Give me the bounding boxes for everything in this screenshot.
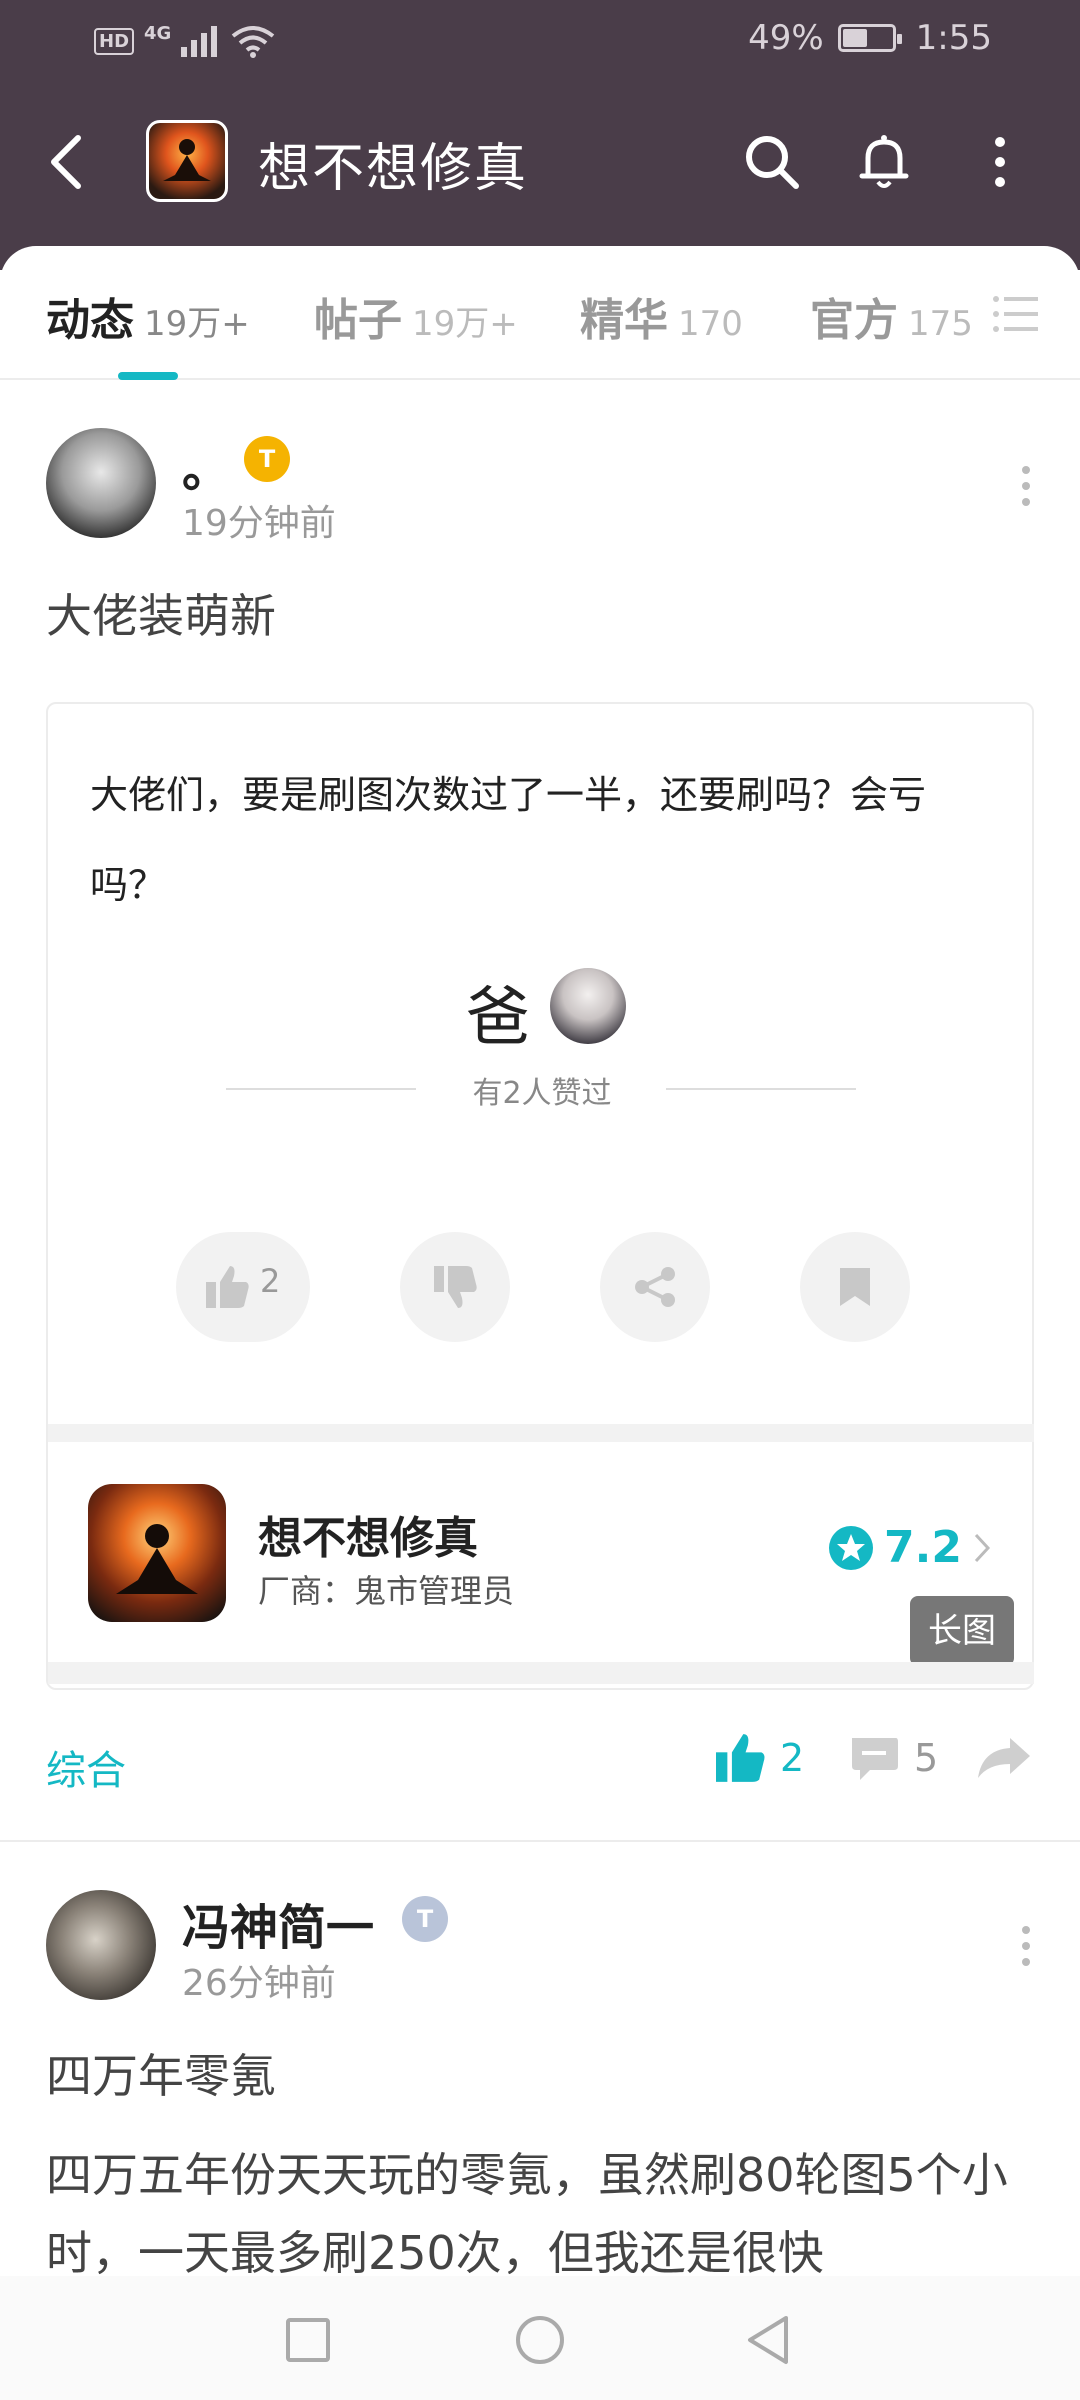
post-like-stat[interactable]: 2 [716, 1734, 804, 1782]
dislike-button[interactable] [400, 1232, 510, 1342]
list-menu-icon[interactable] [992, 294, 1038, 334]
active-tab-indicator [118, 372, 178, 380]
post-title[interactable]: 大佬装萌新 [46, 580, 276, 646]
forward-share-icon[interactable] [976, 1736, 1032, 1780]
tab-featured[interactable]: 精华 170 [580, 284, 743, 348]
tab-label: 动态 [46, 295, 134, 346]
divider [48, 1424, 1034, 1442]
bell-icon[interactable] [852, 130, 916, 194]
bookmark-icon [840, 1268, 870, 1306]
liker-avatar[interactable] [550, 968, 626, 1044]
post-username[interactable]: 冯神简一 [182, 1888, 374, 1958]
post-content[interactable]: 四万五年份天天玩的零氪，虽然刷80轮图5个小时，一天最多刷250次，但我还是很快 [46, 2136, 1036, 2292]
tab-bar: 动态 19万+ 帖子 19万+ 精华 170 官方 175 [0, 246, 1080, 380]
tab-count: 19万+ [412, 304, 518, 344]
recent-apps-icon[interactable] [284, 2316, 332, 2364]
comment-count: 5 [914, 1736, 939, 1780]
thumbs-up-icon [206, 1266, 249, 1308]
game-icon[interactable] [88, 1484, 226, 1622]
tab-label: 帖子 [314, 295, 402, 346]
rating-score: 7.2 [884, 1522, 962, 1573]
post-time: 26分钟前 [182, 1963, 336, 2004]
post-footer: 综合 2 5 [0, 1724, 1080, 1814]
likers-row: 爸 [48, 966, 1036, 1055]
tab-count: 170 [678, 304, 743, 344]
meditating-figure-icon [163, 139, 211, 181]
battery-percent: 49% [748, 18, 824, 58]
forum-app-icon[interactable] [146, 120, 228, 202]
like-button[interactable]: 2 [176, 1232, 310, 1342]
back-arrow-icon[interactable] [44, 134, 90, 190]
liked-count-text: 有2人赞过 [472, 1076, 612, 1111]
share-icon [635, 1267, 675, 1307]
game-vendor: 厂商：鬼市管理员 [258, 1572, 515, 1610]
share-button[interactable] [600, 1232, 710, 1342]
avatar[interactable] [46, 1890, 156, 2000]
top-bar: HD 4G 49% 1:55 想不想修真 [0, 0, 1080, 270]
level-badge-icon: T [402, 1896, 448, 1942]
post-comment-stat[interactable]: 5 [848, 1734, 938, 1782]
search-icon[interactable] [740, 130, 804, 194]
tab-posts[interactable]: 帖子 19万+ [314, 284, 518, 348]
tab-count: 175 [908, 304, 973, 344]
forum-title: 想不想修真 [258, 139, 529, 199]
long-image-badge: 长图 [910, 1596, 1014, 1666]
star-icon [829, 1525, 873, 1570]
system-nav-bar [0, 2276, 1080, 2400]
level-badge-icon: T [244, 436, 290, 482]
comment-icon [852, 1738, 898, 1780]
post-category[interactable]: 综合 [46, 1738, 126, 1796]
avatar[interactable] [46, 428, 156, 538]
post-card[interactable]: 大佬们，要是刷图次数过了一半，还要刷吗？会亏吗？ 爸 有2人赞过 2 想不想修真… [46, 702, 1034, 1690]
app-screen: { "status": { "network": "4G", "hd": "HD… [0, 0, 1080, 2400]
tab-dynamics[interactable]: 动态 19万+ [46, 284, 250, 348]
liker-name: 爸 [466, 981, 530, 1055]
tab-count: 19万+ [144, 304, 250, 344]
network-label: 4G [144, 22, 172, 44]
app-header: 想不想修真 [0, 112, 1080, 212]
post-more-icon[interactable] [1016, 1924, 1036, 1968]
tab-label: 精华 [580, 295, 668, 346]
tab-label: 官方 [810, 295, 898, 346]
hd-indicator: HD [94, 27, 135, 55]
post-time: 19分钟前 [182, 503, 336, 544]
clock: 1:55 [915, 18, 992, 58]
chevron-right-icon [974, 1533, 990, 1562]
thumbs-down-icon [434, 1266, 477, 1308]
game-rating[interactable]: 7.2 [828, 1522, 994, 1573]
post-title[interactable]: 四万年零氪 [46, 2040, 276, 2106]
post-username[interactable]: 。 [182, 430, 230, 500]
meditating-figure-icon [116, 1524, 198, 1594]
post-content: 大佬们，要是刷图次数过了一半，还要刷吗？会亏吗？ [90, 773, 927, 907]
tab-official[interactable]: 官方 175 [810, 284, 973, 348]
status-bar: HD 4G 49% 1:55 [0, 14, 1080, 70]
like-count: 2 [780, 1736, 805, 1780]
home-icon[interactable] [514, 2314, 566, 2366]
back-triangle-icon[interactable] [744, 2314, 792, 2366]
wifi-icon [232, 26, 275, 58]
battery-icon [837, 24, 902, 52]
thumbs-up-icon [716, 1734, 765, 1782]
divider [48, 1662, 1034, 1684]
like-count: 2 [260, 1262, 281, 1300]
post-more-icon[interactable] [1016, 464, 1036, 508]
bookmark-button[interactable] [800, 1232, 910, 1342]
signal-icon [181, 26, 218, 57]
game-name[interactable]: 想不想修真 [258, 1502, 478, 1566]
more-vertical-icon[interactable] [968, 130, 1032, 194]
divider [0, 1840, 1080, 1842]
